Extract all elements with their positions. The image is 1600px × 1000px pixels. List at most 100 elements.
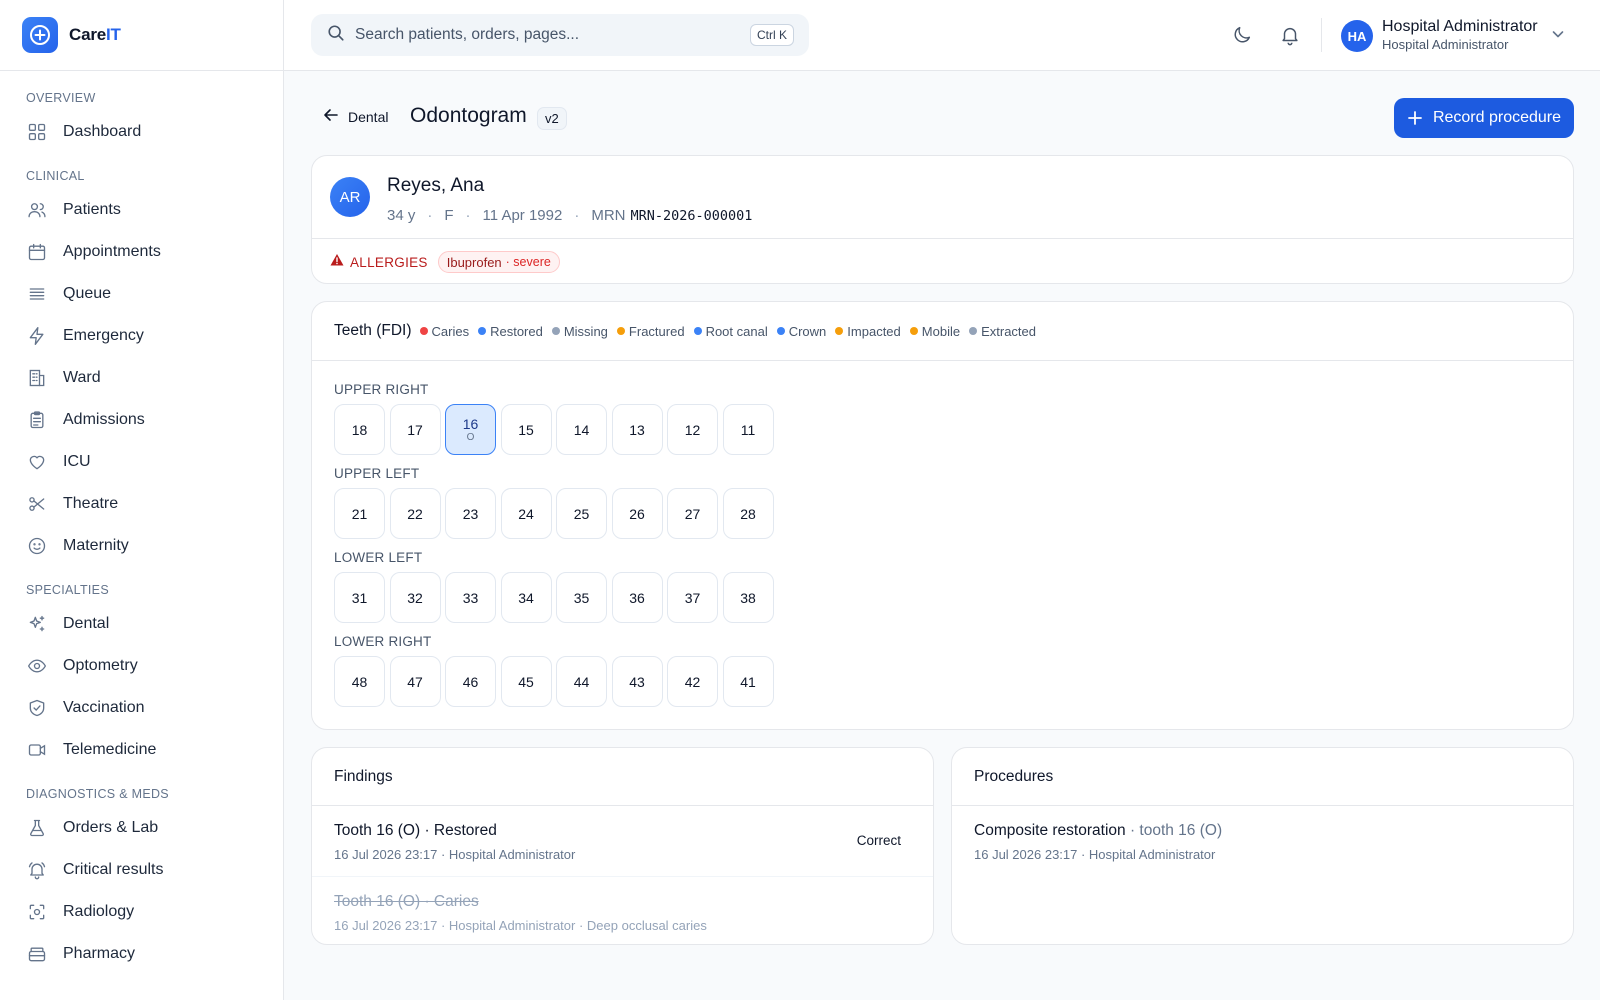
tooth-41[interactable]: 41 (722, 656, 774, 707)
sidebar-item-icu[interactable]: ICU (0, 441, 283, 483)
tooth-15[interactable]: 15 (500, 404, 552, 455)
scissors-icon (26, 493, 48, 515)
sidebar-item-patients[interactable]: Patients (0, 189, 283, 231)
tooth-34[interactable]: 34 (500, 572, 552, 623)
sidebar-item-vaccination[interactable]: Vaccination (0, 687, 283, 729)
sidebar-item-label: Pharmacy (63, 945, 136, 962)
sidebar-item-pharmacy[interactable]: Pharmacy (0, 933, 283, 975)
top-bar: Ctrl K HA Hospital Administrator Hospita… (284, 0, 1600, 71)
tooth-17[interactable]: 17 (389, 404, 441, 455)
tooth-32[interactable]: 32 (389, 572, 441, 623)
legend-dot (478, 327, 487, 335)
tooth-21[interactable]: 21 (334, 488, 385, 539)
tooth-12[interactable]: 12 (667, 404, 718, 455)
building-icon (26, 367, 48, 389)
moon-icon[interactable] (1230, 23, 1254, 47)
sidebar-item-label: Critical results (63, 861, 164, 878)
tooth-number: 48 (351, 673, 368, 690)
allergy-severity: · severe (505, 255, 551, 269)
record-procedure-button[interactable]: Record procedure (1394, 98, 1574, 138)
tooth-36[interactable]: 36 (611, 572, 663, 623)
tooth-number: 26 (629, 505, 645, 522)
tooth-33[interactable]: 33 (445, 572, 496, 623)
tooth-11[interactable]: 11 (722, 404, 774, 455)
brand[interactable]: CareIT (0, 0, 283, 71)
tooth-number: 11 (740, 421, 756, 438)
legend-dot (419, 327, 428, 335)
tooth-22[interactable]: 22 (389, 488, 441, 539)
sidebar-item-telemedicine[interactable]: Telemedicine (0, 729, 283, 771)
tooth-16[interactable]: 16 O (445, 404, 496, 455)
tooth-37[interactable]: 37 (667, 572, 718, 623)
tooth-27[interactable]: 27 (667, 488, 718, 539)
finding-title: Tooth 16 (O) · Restored (334, 822, 497, 839)
patient-sex: F (444, 207, 454, 224)
record-procedure-label: Record procedure (1432, 109, 1562, 126)
tooth-number: 22 (407, 505, 423, 522)
chevron-down-icon (1550, 26, 1566, 47)
user-menu[interactable]: HA Hospital Administrator Hospital Admin… (1341, 18, 1566, 54)
legend-label: Restored (490, 323, 543, 339)
tooth-35[interactable]: 35 (556, 572, 607, 623)
sidebar-item-theatre[interactable]: Theatre (0, 483, 283, 525)
sidebar-item-emergency[interactable]: Emergency (0, 315, 283, 357)
tooth-45[interactable]: 45 (500, 656, 552, 707)
tooth-44[interactable]: 44 (556, 656, 607, 707)
legend-item: Impacted (835, 324, 901, 339)
sidebar-item-label: Queue (63, 285, 112, 302)
sidebar-item-ward[interactable]: Ward (0, 357, 283, 399)
sidebar-item-dashboard[interactable]: Dashboard (0, 111, 283, 153)
tooth-14[interactable]: 14 (556, 404, 607, 455)
sidebar-item-critical-results[interactable]: Critical results (0, 849, 283, 891)
grid-icon (26, 121, 48, 143)
legend-dot (693, 327, 702, 335)
bell-icon[interactable] (1278, 23, 1302, 47)
tooth-47[interactable]: 47 (389, 656, 441, 707)
tooth-number: 28 (740, 505, 756, 522)
tooth-38[interactable]: 38 (722, 572, 774, 623)
sidebar-item-label: Telemedicine (63, 741, 157, 758)
tooth-23[interactable]: 23 (445, 488, 496, 539)
search-input[interactable] (355, 26, 735, 44)
legend-label: Mobile (921, 323, 961, 339)
legend-label: Crown (788, 323, 827, 339)
tooth-number: 14 (573, 421, 590, 438)
legend-dot (969, 327, 978, 335)
sidebar-item-maternity[interactable]: Maternity (0, 525, 283, 567)
patient-dob: 11 Apr 1992 (482, 207, 563, 224)
sidebar-item-dental[interactable]: Dental (0, 603, 283, 645)
sidebar-item-appointments[interactable]: Appointments (0, 231, 283, 273)
tooth-48[interactable]: 48 (334, 656, 385, 707)
tooth-25[interactable]: 25 (556, 488, 607, 539)
teeth-header: Teeth (FDI) Caries Restored Missing Fractur… (312, 302, 1573, 361)
legend-item: Missing (551, 324, 608, 339)
finding-meta: 16 Jul 2026 23:17 · Hospital Administrat… (334, 847, 576, 862)
teeth-card: Teeth (FDI) Caries Restored Missing Fractur… (311, 301, 1574, 730)
tooth-24[interactable]: 24 (500, 488, 552, 539)
sidebar-item-admissions[interactable]: Admissions (0, 399, 283, 441)
sidebar-item-radiology[interactable]: Radiology (0, 891, 283, 933)
finding-item: Tooth 16 (O) · Restored 16 Jul 2026 23:17… (312, 806, 933, 876)
tooth-43[interactable]: 43 (611, 656, 663, 707)
global-search[interactable]: Ctrl K (311, 14, 809, 56)
correct-button[interactable]: Correct (857, 833, 901, 848)
tooth-42[interactable]: 42 (667, 656, 718, 707)
tooth-number: 15 (518, 421, 534, 438)
procedure-name: Composite restoration (974, 822, 1126, 839)
sidebar-item-orders-lab[interactable]: Orders & Lab (0, 807, 283, 849)
eye-icon (26, 655, 48, 677)
tooth-18[interactable]: 18 (334, 404, 385, 455)
patient-mrn: MRN-2026-000001 (630, 207, 753, 224)
heart-icon (26, 451, 48, 473)
tooth-26[interactable]: 26 (611, 488, 663, 539)
avatar: HA (1341, 20, 1373, 52)
tooth-number: 43 (629, 673, 645, 690)
tooth-31[interactable]: 31 (334, 572, 385, 623)
sidebar-item-queue[interactable]: Queue (0, 273, 283, 315)
sidebar-item-optometry[interactable]: Optometry (0, 645, 283, 687)
mrn-label: MRN (591, 207, 626, 224)
tooth-13[interactable]: 13 (611, 404, 663, 455)
tooth-46[interactable]: 46 (445, 656, 496, 707)
tooth-28[interactable]: 28 (722, 488, 774, 539)
back-link[interactable]: Dental (322, 106, 388, 127)
